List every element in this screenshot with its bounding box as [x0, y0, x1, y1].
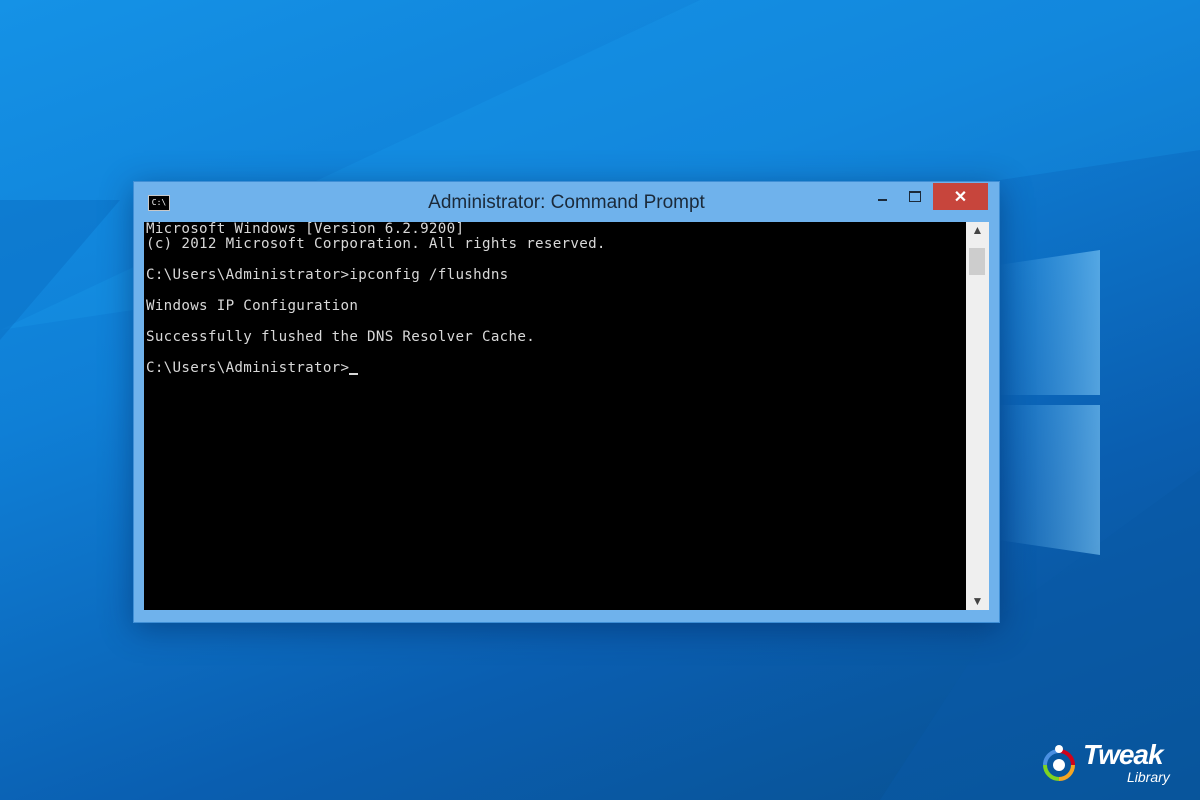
- console-output[interactable]: Microsoft Windows [Version 6.2.9200] (c)…: [144, 222, 966, 610]
- maximize-icon: [909, 191, 921, 202]
- maximize-button[interactable]: [900, 183, 930, 210]
- brand-logo: Tweak Library: [1041, 739, 1191, 789]
- minimize-button[interactable]: [867, 183, 897, 210]
- console-lines: Microsoft Windows [Version 6.2.9200] (c)…: [146, 222, 606, 376]
- scroll-up-arrow-icon[interactable]: ▲: [966, 222, 989, 239]
- console-line: Successfully flushed the DNS Resolver Ca…: [146, 328, 536, 345]
- prompt-line[interactable]: C:\Users\Administrator>: [146, 359, 606, 376]
- tweak-library-logo-icon: [1043, 745, 1075, 781]
- brand-subtitle: Library: [1127, 769, 1170, 785]
- scrollbar-thumb[interactable]: [969, 248, 985, 275]
- console-line: Windows IP Configuration: [146, 297, 359, 314]
- command-prompt-window[interactable]: C:\ Administrator: Command Prompt ✕ Micr…: [133, 181, 1000, 623]
- text-cursor: [349, 372, 359, 375]
- close-button[interactable]: ✕: [933, 183, 988, 210]
- console-line: Microsoft Windows [Version 6.2.9200]: [146, 222, 465, 237]
- console-line: (c) 2012 Microsoft Corporation. All righ…: [146, 236, 606, 253]
- brand-name: Tweak: [1083, 739, 1164, 770]
- prompt-text: C:\Users\Administrator>: [146, 359, 350, 376]
- close-icon: ✕: [953, 188, 968, 206]
- vertical-scrollbar[interactable]: ▲ ▼: [966, 222, 989, 610]
- scroll-down-arrow-icon[interactable]: ▼: [966, 593, 989, 610]
- title-bar[interactable]: C:\ Administrator: Command Prompt ✕: [134, 182, 999, 222]
- windows-logo-pane-top: [998, 250, 1100, 395]
- console-line: C:\Users\Administrator>ipconfig /flushdn…: [146, 267, 509, 284]
- minimize-icon: [877, 198, 887, 201]
- windows-logo-pane-bottom: [998, 405, 1100, 555]
